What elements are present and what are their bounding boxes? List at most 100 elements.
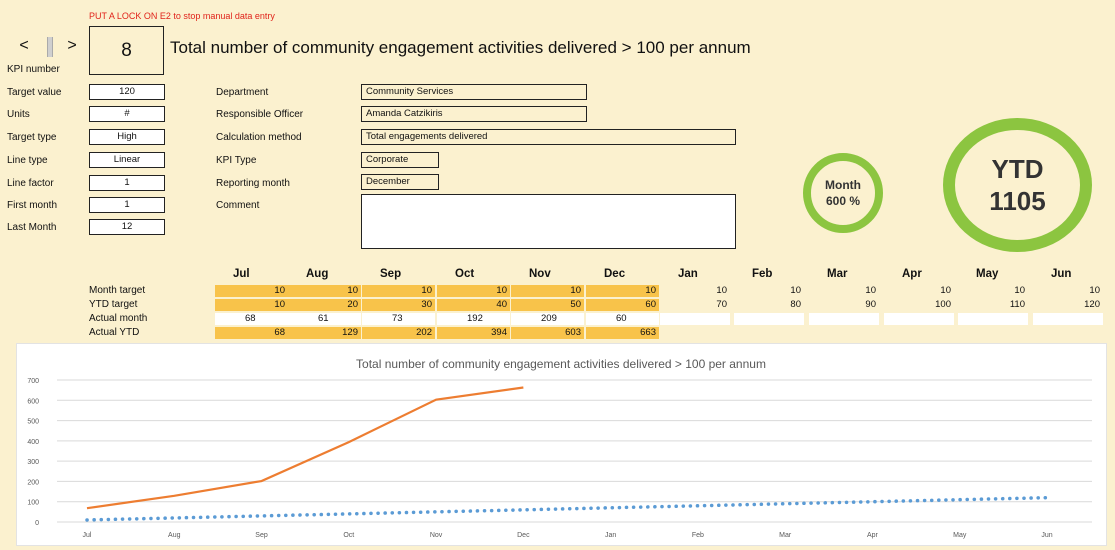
first-month-label: First month	[7, 200, 58, 211]
month-header-may: May	[976, 268, 999, 280]
x-tick-label: Oct	[343, 532, 354, 539]
ytd-target-cell: 110	[1009, 299, 1025, 310]
month-target-cell: 10	[362, 285, 435, 297]
units-field[interactable]: #	[89, 106, 165, 122]
x-tick-label: Feb	[692, 532, 704, 539]
actual-month-cell: 209	[511, 313, 584, 325]
y-tick-label: 400	[27, 439, 39, 446]
ytd-gauge-value: 1105	[989, 186, 1046, 216]
ytd-target-cell: 50	[511, 299, 584, 311]
department-field[interactable]: Community Services	[361, 84, 587, 100]
x-tick-label: Aug	[168, 532, 181, 539]
actual-month-cell	[884, 313, 954, 325]
month-header-apr: Apr	[902, 268, 922, 280]
responsible-officer-label: Responsible Officer	[216, 109, 304, 120]
actual-ytd-cell: 68	[215, 327, 288, 339]
month-header-oct: Oct	[455, 268, 475, 280]
ytd-target-cell: 60	[586, 299, 659, 311]
reporting-month-field[interactable]: December	[361, 174, 439, 190]
last-month-label: Last Month	[7, 222, 57, 233]
ytd-target-cell: 100	[935, 299, 951, 310]
actual-month-label: Actual month	[89, 313, 148, 324]
y-tick-label: 0	[35, 520, 39, 527]
actual-month-cell: 60	[586, 313, 659, 325]
actual-ytd-label: Actual YTD	[89, 327, 140, 338]
actual-ytd-cell: 202	[362, 327, 435, 339]
calculation-method-field[interactable]: Total engagements delivered	[361, 129, 736, 145]
target-type-label: Target type	[7, 132, 57, 143]
month-target-cell: 10	[586, 285, 659, 297]
actual-month-cell: 68	[215, 313, 288, 325]
ytd-target-cell: 120	[1084, 299, 1100, 310]
month-header-aug: Aug	[306, 268, 329, 280]
month-gauge-value: 600 %	[825, 194, 861, 208]
x-tick-label: Jul	[83, 532, 92, 539]
comment-label: Comment	[216, 200, 260, 211]
month-header-mar: Mar	[827, 268, 848, 280]
kpi-number-label: KPI number	[7, 64, 60, 75]
month-gauge: Month 600 %	[803, 153, 883, 233]
line-factor-field[interactable]: 1	[89, 175, 165, 191]
line-type-field[interactable]: Linear	[89, 152, 165, 168]
x-tick-label: Apr	[867, 532, 879, 539]
x-tick-label: Jun	[1041, 532, 1052, 539]
ytd-gauge-label: YTD	[991, 154, 1044, 184]
ytd-target-cell: 40	[437, 299, 510, 311]
units-label: Units	[7, 109, 30, 120]
kpi-title: Total number of community engagement act…	[170, 38, 751, 57]
x-tick-label: Mar	[779, 532, 792, 539]
x-tick-label: Dec	[517, 532, 530, 539]
x-tick-label: Nov	[430, 532, 443, 539]
x-tick-label: Jan	[605, 532, 616, 539]
month-header-sep: Sep	[380, 268, 402, 280]
actual-month-cell: 61	[288, 313, 361, 325]
reporting-month-label: Reporting month	[216, 178, 290, 189]
ytd-target-cell: 80	[790, 299, 801, 310]
actual-month-cell	[734, 313, 804, 325]
comment-field[interactable]	[361, 194, 736, 249]
kpi-type-label: KPI Type	[216, 155, 257, 166]
x-tick-label: May	[953, 532, 967, 539]
month-header-nov: Nov	[529, 268, 551, 280]
calculation-method-label: Calculation method	[216, 132, 302, 143]
kpi-navigator[interactable]: < >	[12, 36, 82, 58]
kpi-type-field[interactable]: Corporate	[361, 152, 439, 168]
previous-kpi-button[interactable]: <	[14, 36, 34, 58]
month-target-cell: 10	[1014, 285, 1025, 296]
y-tick-label: 200	[27, 479, 39, 486]
ytd-target-cell: 90	[865, 299, 876, 310]
month-target-cell: 10	[215, 285, 288, 297]
actual-ytd-cell: 663	[586, 327, 659, 339]
spinner-divider	[47, 37, 53, 57]
month-target-cell: 10	[1089, 285, 1100, 296]
month-target-cell: 10	[511, 285, 584, 297]
ytd-target-line	[85, 495, 1049, 522]
month-target-cell: 10	[288, 285, 361, 297]
target-value-field[interactable]: 120	[89, 84, 165, 100]
first-month-field[interactable]: 1	[89, 197, 165, 213]
target-type-field[interactable]: High	[89, 129, 165, 145]
actual-month-cell	[660, 313, 730, 325]
line-chart: Total number of community engagement act…	[27, 357, 1092, 539]
y-tick-label: 600	[27, 398, 39, 405]
month-header-jul: Jul	[233, 268, 250, 280]
month-target-label: Month target	[89, 285, 146, 296]
month-target-cell: 10	[716, 285, 727, 296]
month-target-cell: 10	[865, 285, 876, 296]
actual-month-cell	[1033, 313, 1103, 325]
actual-month-cell: 73	[362, 313, 435, 325]
ytd-target-label: YTD target	[89, 299, 138, 310]
x-tick-label: Sep	[255, 532, 268, 539]
kpi-number-field[interactable]: 8	[89, 26, 164, 75]
kpi-chart: Total number of community engagement act…	[16, 343, 1107, 546]
actual-ytd-line	[86, 386, 524, 510]
month-target-cell: 10	[940, 285, 951, 296]
last-month-field[interactable]: 12	[89, 219, 165, 235]
next-kpi-button[interactable]: >	[62, 36, 82, 58]
responsible-officer-field[interactable]: Amanda Catzikiris	[361, 106, 587, 122]
actual-ytd-cell: 129	[288, 327, 361, 339]
month-header-jan: Jan	[678, 268, 698, 280]
actual-month-cell: 192	[437, 313, 510, 325]
y-tick-label: 700	[27, 378, 39, 385]
ytd-target-cell: 30	[362, 299, 435, 311]
